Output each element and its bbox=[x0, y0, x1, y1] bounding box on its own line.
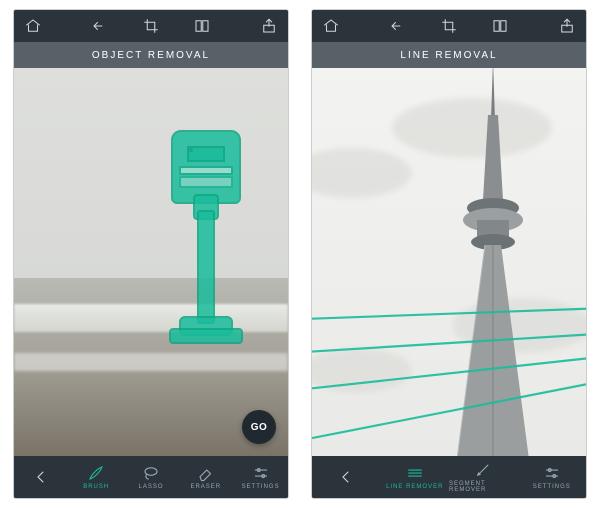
sliders-icon bbox=[543, 464, 561, 482]
back-button[interactable] bbox=[14, 468, 69, 486]
undo-icon[interactable] bbox=[91, 17, 109, 35]
tool-lasso[interactable]: LASSO bbox=[124, 464, 179, 490]
share-icon[interactable] bbox=[260, 17, 278, 35]
screen-line-removal: LINE REMOVAL bbox=[312, 10, 586, 498]
top-toolbar bbox=[14, 10, 288, 42]
edit-canvas[interactable]: GO bbox=[14, 68, 288, 456]
photo-wave bbox=[14, 304, 288, 332]
tool-segment-remover[interactable]: SEGMENT REMOVER bbox=[449, 461, 518, 493]
back-button[interactable] bbox=[312, 468, 381, 486]
bottom-toolbar: BRUSH LASSO ERASER SETTINGS bbox=[14, 456, 288, 498]
tool-settings[interactable]: SETTINGS bbox=[518, 464, 587, 490]
selection-mask bbox=[165, 130, 245, 350]
crop-icon[interactable] bbox=[440, 17, 458, 35]
tool-eraser[interactable]: ERASER bbox=[178, 464, 233, 490]
mode-title: OBJECT REMOVAL bbox=[14, 42, 288, 68]
sliders-icon bbox=[252, 464, 270, 482]
home-icon[interactable] bbox=[322, 17, 340, 35]
edit-canvas[interactable] bbox=[312, 68, 586, 456]
compare-icon[interactable] bbox=[193, 17, 211, 35]
home-icon[interactable] bbox=[24, 17, 42, 35]
brush-icon bbox=[87, 464, 105, 482]
crop-icon[interactable] bbox=[142, 17, 160, 35]
photo-wave bbox=[14, 353, 288, 371]
detected-lines bbox=[312, 68, 586, 456]
mode-title: LINE REMOVAL bbox=[312, 42, 586, 68]
bottom-toolbar: LINE REMOVER SEGMENT REMOVER SETTINGS bbox=[312, 456, 586, 498]
tool-brush[interactable]: BRUSH bbox=[69, 464, 124, 490]
tool-line-remover[interactable]: LINE REMOVER bbox=[381, 464, 450, 490]
segment-remover-icon bbox=[474, 461, 492, 479]
lasso-icon bbox=[142, 464, 160, 482]
top-toolbar bbox=[312, 10, 586, 42]
compare-icon[interactable] bbox=[491, 17, 509, 35]
go-button[interactable]: GO bbox=[242, 410, 276, 444]
screen-object-removal: OBJECT REMOVAL GO BRUSH bbox=[14, 10, 288, 498]
undo-icon[interactable] bbox=[389, 17, 407, 35]
tool-settings[interactable]: SETTINGS bbox=[233, 464, 288, 490]
line-remover-icon bbox=[406, 464, 424, 482]
eraser-icon bbox=[197, 464, 215, 482]
share-icon[interactable] bbox=[558, 17, 576, 35]
